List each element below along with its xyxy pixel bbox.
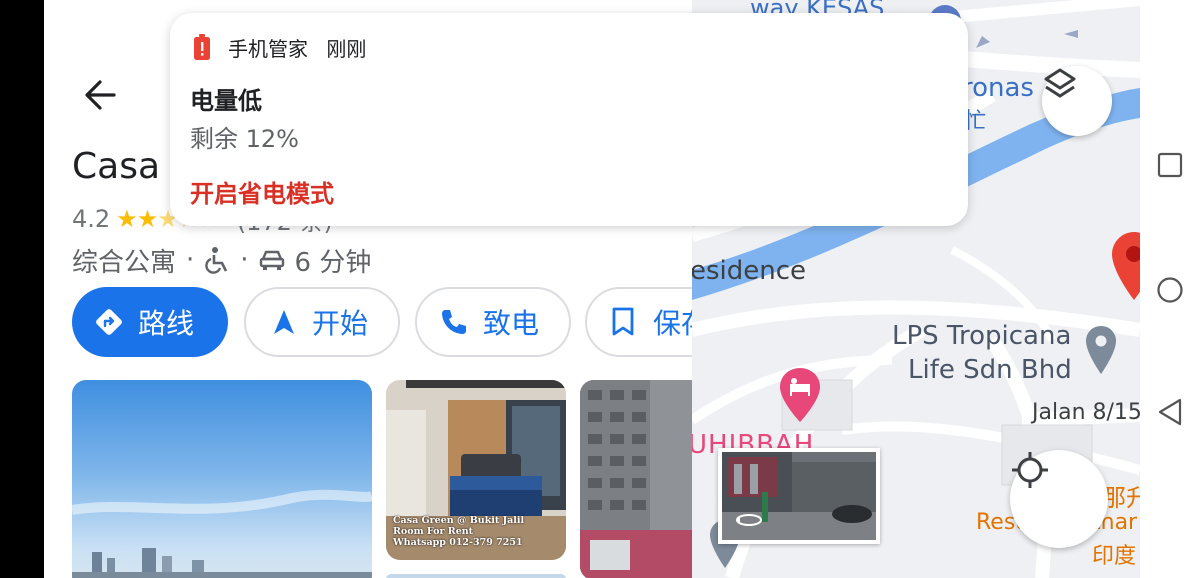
category-label: 综合公寓 — [72, 247, 177, 278]
category-row: 综合公寓 · · 6 分钟 — [72, 242, 371, 278]
rating-value: 4.2 — [72, 205, 111, 233]
directions-icon — [96, 309, 122, 335]
call-label: 致电 — [483, 307, 540, 340]
call-button[interactable]: 致电 — [415, 287, 571, 357]
notification-body: 剩余 12% — [190, 125, 299, 153]
place-title: Casa ( — [72, 146, 186, 187]
map-label-jalan: Jalan 8/15 — [1032, 400, 1140, 425]
battery-alert-icon — [194, 34, 210, 60]
system-nav-bar — [1140, 0, 1200, 578]
place-pin-icon[interactable] — [1086, 326, 1116, 376]
crosshair-icon — [1012, 452, 1048, 488]
car-icon — [259, 250, 284, 270]
back-nav-icon[interactable] — [1157, 398, 1183, 426]
directions-label: 路线 — [138, 307, 195, 340]
drive-time: 6 分钟 — [294, 247, 372, 278]
rotate-360-icon — [736, 514, 762, 526]
notification-time: 刚刚 — [326, 37, 367, 61]
separator: · — [240, 245, 249, 275]
photo-building[interactable] — [580, 380, 692, 578]
map-label-lps: LPS Tropicana — [892, 321, 1072, 351]
save-label: 保存 — [653, 307, 692, 340]
photo-bedroom[interactable]: Casa Green @ Bukit Jalil Room For Rent W… — [386, 380, 566, 560]
photo-caption-line-1: Casa Green @ Bukit Jalil — [393, 515, 525, 526]
notification-title: 电量低 — [190, 87, 262, 115]
my-location-button[interactable] — [1010, 450, 1108, 548]
map-label-lps-2: Life Sdn Bhd — [908, 355, 1072, 385]
map-label-residence: esidence — [692, 256, 807, 286]
wheelchair-icon — [205, 247, 228, 274]
photo-caption-line-3: Whatsapp 012-379 7251 — [393, 537, 523, 548]
power-saving-mode-button[interactable]: 开启省电模式 — [190, 174, 334, 209]
start-button[interactable]: 开始 — [244, 287, 400, 357]
selected-place-pin-icon[interactable] — [1112, 232, 1140, 302]
navigation-arrow-icon — [274, 310, 294, 334]
map-label-indian: 印度 — [1092, 544, 1137, 569]
home-icon[interactable] — [1156, 276, 1184, 304]
start-label: 开始 — [312, 307, 369, 340]
separator: · — [186, 245, 195, 275]
layers-icon — [1044, 68, 1076, 98]
layers-button[interactable] — [1042, 66, 1112, 136]
phone-icon — [442, 310, 466, 334]
photo-caption: Casa Green @ Bukit Jalil Room For Rent W… — [393, 515, 524, 548]
directions-button[interactable]: 路线 — [72, 287, 228, 357]
back-arrow-icon[interactable] — [82, 77, 118, 113]
hotel-pin-icon[interactable] — [780, 368, 820, 424]
street-view-thumbnail[interactable] — [718, 448, 880, 544]
photo-thumbnail-2[interactable] — [386, 574, 566, 578]
bookmark-icon — [612, 307, 634, 336]
low-battery-notification[interactable]: 手机管家 刚刚 电量低 剩余 12% 开启省电模式 — [170, 13, 968, 226]
notification-app-row: 手机管家 刚刚 — [228, 33, 366, 62]
screen-edge — [0, 0, 44, 578]
map-label-petronas: ronas — [962, 73, 1034, 103]
notification-app-name: 手机管家 — [228, 37, 308, 61]
photo-skyline[interactable] — [72, 380, 372, 578]
save-button[interactable]: 保存 — [585, 287, 692, 357]
photo-caption-line-2: Room For Rent — [393, 526, 474, 537]
recents-icon[interactable] — [1157, 152, 1183, 178]
